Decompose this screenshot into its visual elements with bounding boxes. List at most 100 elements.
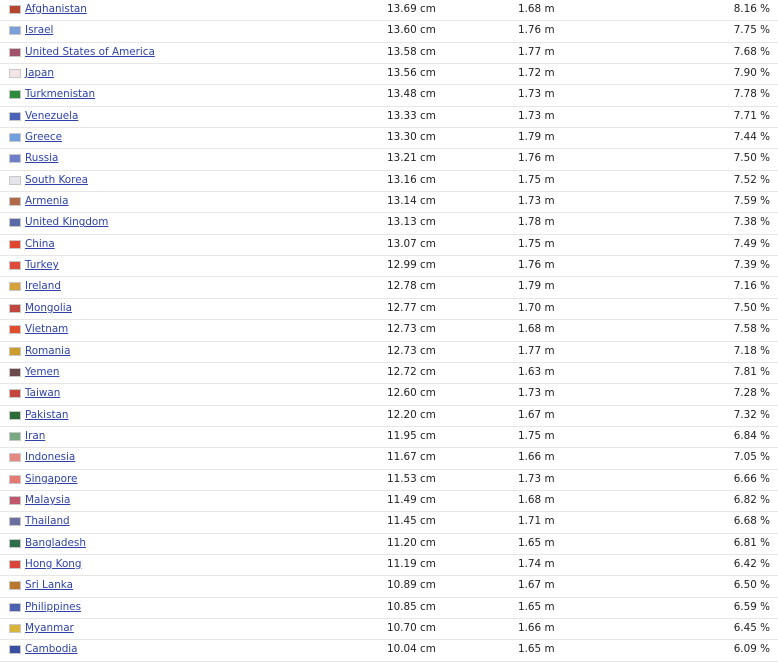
height-cell: 1.68 m <box>518 3 555 15</box>
table-row: Myanmar 10.70 cm 1.66 m 6.45 % <box>0 619 778 641</box>
table-row: Vietnam 12.73 cm 1.68 m 7.58 % <box>0 320 778 342</box>
country-link[interactable]: Romania <box>25 345 70 357</box>
table-row: Sri Lanka 10.89 cm 1.67 m 6.50 % <box>0 576 778 598</box>
country-link[interactable]: Indonesia <box>25 451 75 463</box>
length-cell: 13.13 cm <box>387 216 436 229</box>
pakistan-flag-icon <box>9 410 21 420</box>
height-cell: 1.79 m <box>518 280 555 293</box>
country-link[interactable]: Turkey <box>25 259 59 271</box>
country-link[interactable]: Vietnam <box>25 323 68 335</box>
greece-flag-icon <box>9 133 21 143</box>
indonesia-flag-icon <box>9 453 21 463</box>
iran-flag-icon <box>9 431 21 441</box>
length-cell: 13.60 cm <box>387 24 436 37</box>
south-korea-flag-icon <box>9 175 21 185</box>
country-link[interactable]: Ireland <box>25 280 61 292</box>
length-cell: 10.85 cm <box>387 600 436 613</box>
height-cell: 1.76 m <box>518 259 555 272</box>
country-link[interactable]: Taiwan <box>25 387 60 399</box>
height-cell: 1.79 m <box>518 131 555 144</box>
ratio-cell: 6.42 % <box>733 557 770 570</box>
ratio-cell: 6.84 % <box>733 429 770 442</box>
country-link[interactable]: Venezuela <box>25 110 78 122</box>
country-link[interactable]: United Kingdom <box>25 216 108 228</box>
country-link[interactable]: Singapore <box>25 473 77 485</box>
country-link[interactable]: Sri Lanka <box>25 579 73 591</box>
length-cell: 13.58 cm <box>387 45 436 58</box>
table-row: Philippines 10.85 cm 1.65 m 6.59 % <box>0 598 778 619</box>
ratio-cell: 7.28 % <box>733 387 770 400</box>
height-cell: 1.75 m <box>518 173 555 186</box>
height-cell: 1.67 m <box>518 408 555 421</box>
china-flag-icon <box>9 239 21 249</box>
length-cell: 13.30 cm <box>387 131 436 144</box>
table-row: Bangladesh 11.20 cm 1.65 m 6.81 % <box>0 534 778 555</box>
table-row: Singapore 11.53 cm 1.73 m 6.66 % <box>0 470 778 491</box>
length-cell: 11.49 cm <box>387 493 436 506</box>
country-link[interactable]: Hong Kong <box>25 558 82 570</box>
country-link[interactable]: China <box>25 238 55 250</box>
height-cell: 1.75 m <box>518 429 555 442</box>
length-cell: 11.20 cm <box>387 536 436 549</box>
table-row: Yemen 12.72 cm 1.63 m 7.81 % <box>0 363 778 385</box>
length-cell: 13.07 cm <box>387 237 436 250</box>
length-cell: 10.04 cm <box>387 643 436 656</box>
country-link[interactable]: South Korea <box>25 174 88 186</box>
country-link[interactable]: Thailand <box>25 515 70 527</box>
turkey-flag-icon <box>9 261 21 271</box>
length-cell: 12.20 cm <box>387 408 436 421</box>
height-cell: 1.70 m <box>518 301 555 314</box>
ratio-cell: 6.81 % <box>733 536 770 549</box>
country-link[interactable]: Iran <box>25 430 45 442</box>
country-link[interactable]: Japan <box>25 67 54 79</box>
length-cell: 12.73 cm <box>387 323 436 336</box>
table-row: Cambodia 10.04 cm 1.65 m 6.09 % <box>0 640 778 662</box>
ratio-cell: 7.50 % <box>733 301 770 314</box>
length-cell: 12.99 cm <box>387 259 436 272</box>
ratio-cell: 7.18 % <box>733 344 770 357</box>
mongolia-flag-icon <box>9 303 21 313</box>
ratio-cell: 7.58 % <box>733 323 770 336</box>
hong-kong-flag-icon <box>9 559 21 569</box>
country-link[interactable]: Greece <box>25 131 62 143</box>
table-row: Pakistan 12.20 cm 1.67 m 7.32 % <box>0 406 778 427</box>
country-link[interactable]: Yemen <box>25 366 59 378</box>
height-cell: 1.73 m <box>518 387 555 400</box>
length-cell: 11.67 cm <box>387 451 436 464</box>
yemen-flag-icon <box>9 367 21 377</box>
country-link[interactable]: Myanmar <box>25 622 74 634</box>
ratio-cell: 7.81 % <box>733 365 770 378</box>
country-link[interactable]: Turkmenistan <box>25 88 95 100</box>
ratio-cell: 6.09 % <box>733 643 770 656</box>
length-cell: 10.89 cm <box>387 579 436 592</box>
ratio-cell: 7.16 % <box>733 280 770 293</box>
ratio-cell: 7.50 % <box>733 152 770 165</box>
length-cell: 12.78 cm <box>387 280 436 293</box>
table-row: Turkey 12.99 cm 1.76 m 7.39 % <box>0 256 778 278</box>
country-link[interactable]: Afghanistan <box>25 3 87 15</box>
sri-lanka-flag-icon <box>9 581 21 591</box>
height-cell: 1.66 m <box>518 451 555 464</box>
ireland-flag-icon <box>9 282 21 292</box>
table-row: Mongolia 12.77 cm 1.70 m 7.50 % <box>0 299 778 321</box>
country-link[interactable]: Armenia <box>25 195 69 207</box>
country-link[interactable]: Pakistan <box>25 409 69 421</box>
table-row: Indonesia 11.67 cm 1.66 m 7.05 % <box>0 448 778 470</box>
ratio-cell: 7.44 % <box>733 131 770 144</box>
country-link[interactable]: Russia <box>25 152 58 164</box>
height-cell: 1.71 m <box>518 515 555 528</box>
height-cell: 1.65 m <box>518 536 555 549</box>
country-link[interactable]: United States of America <box>25 46 155 58</box>
table-row: South Korea 13.16 cm 1.75 m 7.52 % <box>0 171 778 193</box>
height-cell: 1.63 m <box>518 365 555 378</box>
length-cell: 13.14 cm <box>387 195 436 208</box>
country-link[interactable]: Cambodia <box>25 643 78 655</box>
country-link[interactable]: Mongolia <box>25 302 72 314</box>
height-cell: 1.73 m <box>518 88 555 101</box>
country-link[interactable]: Philippines <box>25 601 81 613</box>
table-row: Thailand 11.45 cm 1.71 m 6.68 % <box>0 512 778 534</box>
country-link[interactable]: Israel <box>25 24 53 36</box>
table-row: Russia 13.21 cm 1.76 m 7.50 % <box>0 149 778 171</box>
country-link[interactable]: Malaysia <box>25 494 70 506</box>
country-link[interactable]: Bangladesh <box>25 537 86 549</box>
